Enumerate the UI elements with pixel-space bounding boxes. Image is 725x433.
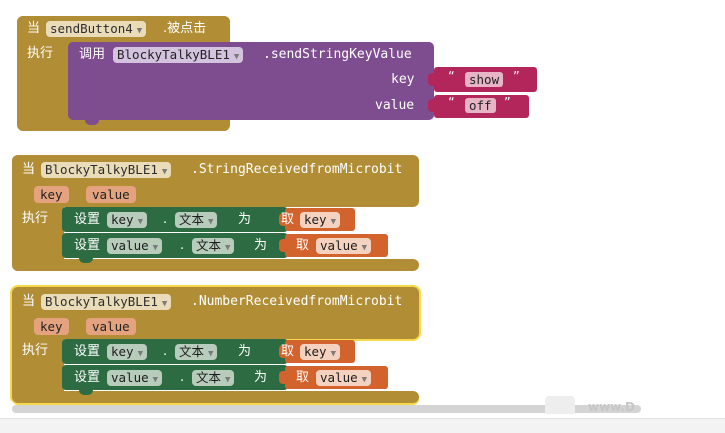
watermark: www.D <box>588 400 636 414</box>
target-dropdown[interactable]: key ▼ <box>107 344 147 360</box>
variable-dropdown[interactable]: key ▼ <box>300 212 340 228</box>
variable-name: key <box>304 212 327 227</box>
event-block-footer <box>12 259 419 271</box>
to-label: 为 <box>238 212 252 227</box>
component-name: BlockyTalkyBLE1 <box>45 294 158 309</box>
dot-label: . <box>180 238 185 253</box>
arg-value-label: value <box>375 98 415 113</box>
variable-dropdown[interactable]: value ▼ <box>316 238 372 254</box>
string-value-field[interactable]: off <box>465 98 496 113</box>
dropdown-arrow-icon: ▼ <box>161 299 168 309</box>
target-name: value <box>111 370 149 385</box>
target-name: key <box>111 212 134 227</box>
property-dropdown[interactable]: 文本 ▼ <box>175 344 218 360</box>
get-label: 取 <box>281 344 295 359</box>
param-value[interactable]: value <box>86 318 136 335</box>
call-label: 调用 <box>79 47 106 62</box>
string-value-field[interactable]: show <box>465 72 504 87</box>
event-name: .被点击 <box>163 21 207 36</box>
do-label: 执行 <box>22 343 49 358</box>
call-component-dropdown[interactable]: BlockyTalkyBLE1 ▼ <box>113 47 244 63</box>
property-name: 文本 <box>179 212 205 227</box>
set-label: 设置 <box>74 370 101 385</box>
when-label: 当 <box>22 294 36 309</box>
dropdown-arrow-icon: ▼ <box>330 349 336 359</box>
variable-name: key <box>304 344 327 359</box>
property-dropdown[interactable]: 文本 ▼ <box>192 370 235 386</box>
dot-label: . <box>180 370 185 385</box>
call-component-name: BlockyTalkyBLE1 <box>117 47 230 62</box>
param-key[interactable]: key <box>34 318 69 335</box>
to-label: 为 <box>254 370 268 385</box>
method-name: .sendStringKeyValue <box>263 47 412 62</box>
dropdown-arrow-icon: ▼ <box>330 217 336 227</box>
target-dropdown[interactable]: value ▼ <box>107 238 163 254</box>
event-name: .NumberReceivedfromMicrobit <box>191 294 403 309</box>
property-dropdown[interactable]: 文本 ▼ <box>175 212 218 228</box>
set-label: 设置 <box>74 212 101 227</box>
dropdown-arrow-icon: ▼ <box>136 26 143 36</box>
to-label: 为 <box>254 238 268 253</box>
component-dropdown[interactable]: sendButton4 ▼ <box>46 21 147 37</box>
variable-name: value <box>320 370 358 385</box>
component-name: BlockyTalkyBLE1 <box>45 162 158 177</box>
arg-key-label: key <box>391 72 415 87</box>
dropdown-arrow-icon: ▼ <box>233 52 240 62</box>
event-name: .StringReceivedfromMicrobit <box>191 162 403 177</box>
get-label: 取 <box>296 238 310 253</box>
dropdown-arrow-icon: ▼ <box>152 375 159 385</box>
param-value[interactable]: value <box>86 186 136 203</box>
property-name: 文本 <box>196 370 222 385</box>
dropdown-arrow-icon: ▼ <box>361 243 368 253</box>
component-dropdown[interactable]: BlockyTalkyBLE1 ▼ <box>41 162 172 178</box>
property-dropdown[interactable]: 文本 ▼ <box>192 238 235 254</box>
dropdown-arrow-icon: ▼ <box>137 349 143 359</box>
property-name: 文本 <box>196 238 222 253</box>
get-label: 取 <box>296 370 310 385</box>
set-label: 设置 <box>74 238 101 253</box>
target-name: value <box>111 238 149 253</box>
quote-open: “ <box>448 70 455 85</box>
string-block-tab <box>428 73 435 86</box>
dropdown-arrow-icon: ▼ <box>225 375 231 385</box>
component-name: sendButton4 <box>50 21 133 36</box>
variable-dropdown[interactable]: value ▼ <box>316 370 372 386</box>
event-block-footer <box>12 391 419 403</box>
get-label: 取 <box>281 212 295 227</box>
dot-label: . <box>163 344 168 359</box>
do-label: 执行 <box>22 211 49 226</box>
getter-tab <box>279 371 286 384</box>
quote-open: “ <box>448 96 455 111</box>
when-label: 当 <box>27 21 41 36</box>
variable-dropdown[interactable]: key ▼ <box>300 344 340 360</box>
quote-close: ” <box>513 70 520 85</box>
dropdown-arrow-icon: ▼ <box>208 349 214 359</box>
getter-tab <box>279 239 286 252</box>
status-strip <box>0 418 725 433</box>
variable-name: value <box>320 238 358 253</box>
dropdown-arrow-icon: ▼ <box>225 243 231 253</box>
string-block-tab <box>428 99 435 112</box>
dropdown-arrow-icon: ▼ <box>152 243 159 253</box>
dropdown-arrow-icon: ▼ <box>137 217 143 227</box>
quote-close: ” <box>504 96 511 111</box>
target-name: key <box>111 344 134 359</box>
target-dropdown[interactable]: value ▼ <box>107 370 163 386</box>
property-name: 文本 <box>179 344 205 359</box>
trash-icon[interactable] <box>545 396 575 414</box>
target-dropdown[interactable]: key ▼ <box>107 212 147 228</box>
component-dropdown[interactable]: BlockyTalkyBLE1 ▼ <box>41 294 172 310</box>
do-label: 执行 <box>27 46 54 61</box>
dot-label: . <box>163 212 168 227</box>
dropdown-arrow-icon: ▼ <box>161 167 168 177</box>
when-label: 当 <box>22 162 36 177</box>
set-label: 设置 <box>74 344 101 359</box>
param-key[interactable]: key <box>34 186 69 203</box>
dropdown-arrow-icon: ▼ <box>208 217 214 227</box>
dropdown-arrow-icon: ▼ <box>361 375 368 385</box>
to-label: 为 <box>238 344 252 359</box>
